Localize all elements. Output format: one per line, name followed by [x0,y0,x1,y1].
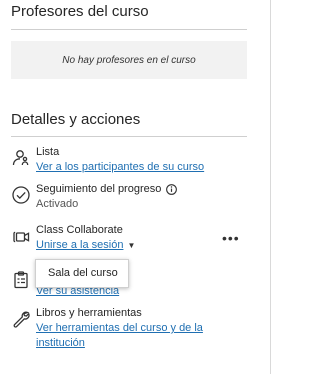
attendance-clipboard-icon [11,270,31,290]
progress-title: Seguimiento del progreso [36,183,162,195]
session-dropdown-menu: Sala del curso [35,259,129,288]
details-divider [11,136,247,137]
view-tools-link-line2[interactable]: institución [36,336,256,351]
progress-status: Activado [36,198,79,210]
dropdown-option-course-room[interactable]: Sala del curso [48,267,118,279]
roster-icon [11,148,31,168]
instructors-heading: Profesores del curso [11,3,149,20]
join-session-link[interactable]: Unirse a la sesión [36,238,123,253]
progress-title-row: Seguimiento del progreso [36,182,256,197]
progress-check-icon [11,185,31,205]
more-options-icon[interactable]: ••• [222,231,239,245]
view-tools-link-line1[interactable]: Ver herramientas del curso y de la [36,321,256,336]
view-participants-link[interactable]: Ver a los participantes de su curso [36,160,256,175]
no-instructors-message: No hay profesores en el curso [11,41,247,79]
roster-title: Lista [36,146,60,158]
video-camera-icon [11,227,31,247]
caret-down-icon[interactable]: ▼ [127,241,135,250]
instructors-divider [11,29,247,30]
details-heading: Detalles y acciones [11,111,141,128]
tools-title: Libros y herramientas [36,307,142,319]
info-icon[interactable] [166,184,178,195]
wrench-icon [11,309,31,329]
panel-border [270,0,271,374]
